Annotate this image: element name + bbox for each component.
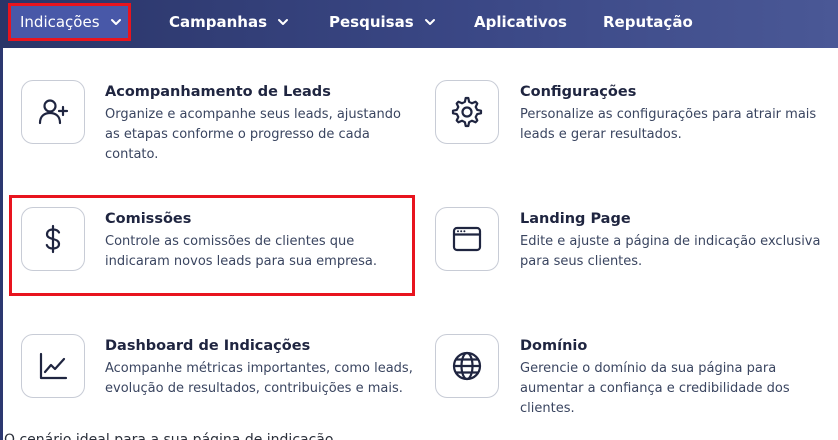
nav-campanhas-label: Campanhas bbox=[169, 13, 268, 31]
menu-item-description: Organize e acompanhe seus leads, ajustan… bbox=[105, 107, 401, 162]
top-navigation: Indicações Campanhas Pesquisas Aplicativ… bbox=[0, 0, 838, 48]
nav-pesquisas[interactable]: Pesquisas bbox=[329, 0, 437, 44]
menu-item-title: Landing Page bbox=[520, 211, 631, 227]
menu-item-title: Dashboard de Indicações bbox=[105, 338, 311, 354]
menu-item-configuracoes[interactable]: Configurações Personalize as configuraçõ… bbox=[423, 50, 838, 170]
menu-icon-box bbox=[21, 207, 85, 271]
globe-icon bbox=[452, 351, 482, 381]
menu-icon-box bbox=[21, 80, 85, 144]
menu-icon-box bbox=[435, 80, 499, 144]
menu-item-description: Controle as comissões de clientes que in… bbox=[105, 234, 378, 269]
nav-pesquisas-label: Pesquisas bbox=[329, 13, 414, 31]
line-chart-icon bbox=[39, 352, 68, 380]
chevron-down-icon bbox=[278, 19, 289, 25]
menu-item-description: Gerencie o domínio da sua página para au… bbox=[520, 361, 790, 416]
nav-reputacao[interactable]: Reputação bbox=[603, 0, 693, 44]
nav-indicacoes-label: Indicações bbox=[20, 13, 100, 31]
menu-item-description: Acompanhe métricas importantes, como lea… bbox=[105, 361, 413, 396]
menu-item-title: Domínio bbox=[520, 338, 588, 354]
indicacoes-dropdown-menu: Acompanhamento de Leads Organize e acomp… bbox=[3, 50, 838, 430]
menu-item-dominio[interactable]: Domínio Gerencie o domínio da sua página… bbox=[423, 304, 838, 424]
browser-window-icon bbox=[452, 226, 482, 252]
dollar-icon bbox=[45, 224, 61, 254]
menu-item-description: Edite e ajuste a página de indicação exc… bbox=[520, 234, 821, 269]
nav-aplicativos-label: Aplicativos bbox=[474, 13, 567, 31]
nav-campanhas[interactable]: Campanhas bbox=[169, 0, 290, 44]
menu-item-comissoes[interactable]: Comissões Controle as comissões de clien… bbox=[3, 177, 423, 297]
menu-item-dashboard-de-indicacoes[interactable]: Dashboard de Indicações Acompanhe métric… bbox=[3, 304, 423, 424]
nav-reputacao-label: Reputação bbox=[603, 13, 693, 31]
menu-icon-box bbox=[435, 334, 499, 398]
gear-icon bbox=[451, 96, 483, 128]
menu-item-acompanhamento-de-leads[interactable]: Acompanhamento de Leads Organize e acomp… bbox=[3, 50, 423, 170]
menu-item-landing-page[interactable]: Landing Page Edite e ajuste a página de … bbox=[423, 177, 838, 297]
chevron-down-icon bbox=[424, 19, 435, 25]
user-plus-icon bbox=[38, 99, 69, 125]
menu-icon-box bbox=[435, 207, 499, 271]
menu-item-description: Personalize as configurações para atrair… bbox=[520, 107, 817, 142]
page-heading-partial: O cenário ideal para a sua página de ind… bbox=[4, 432, 334, 440]
nav-indicacoes[interactable]: Indicações bbox=[8, 3, 131, 41]
menu-item-title: Configurações bbox=[520, 84, 637, 100]
nav-aplicativos[interactable]: Aplicativos bbox=[474, 0, 567, 44]
menu-item-title: Acompanhamento de Leads bbox=[105, 84, 331, 100]
menu-icon-box bbox=[21, 334, 85, 398]
menu-item-title: Comissões bbox=[105, 211, 192, 227]
chevron-down-icon bbox=[110, 19, 121, 25]
